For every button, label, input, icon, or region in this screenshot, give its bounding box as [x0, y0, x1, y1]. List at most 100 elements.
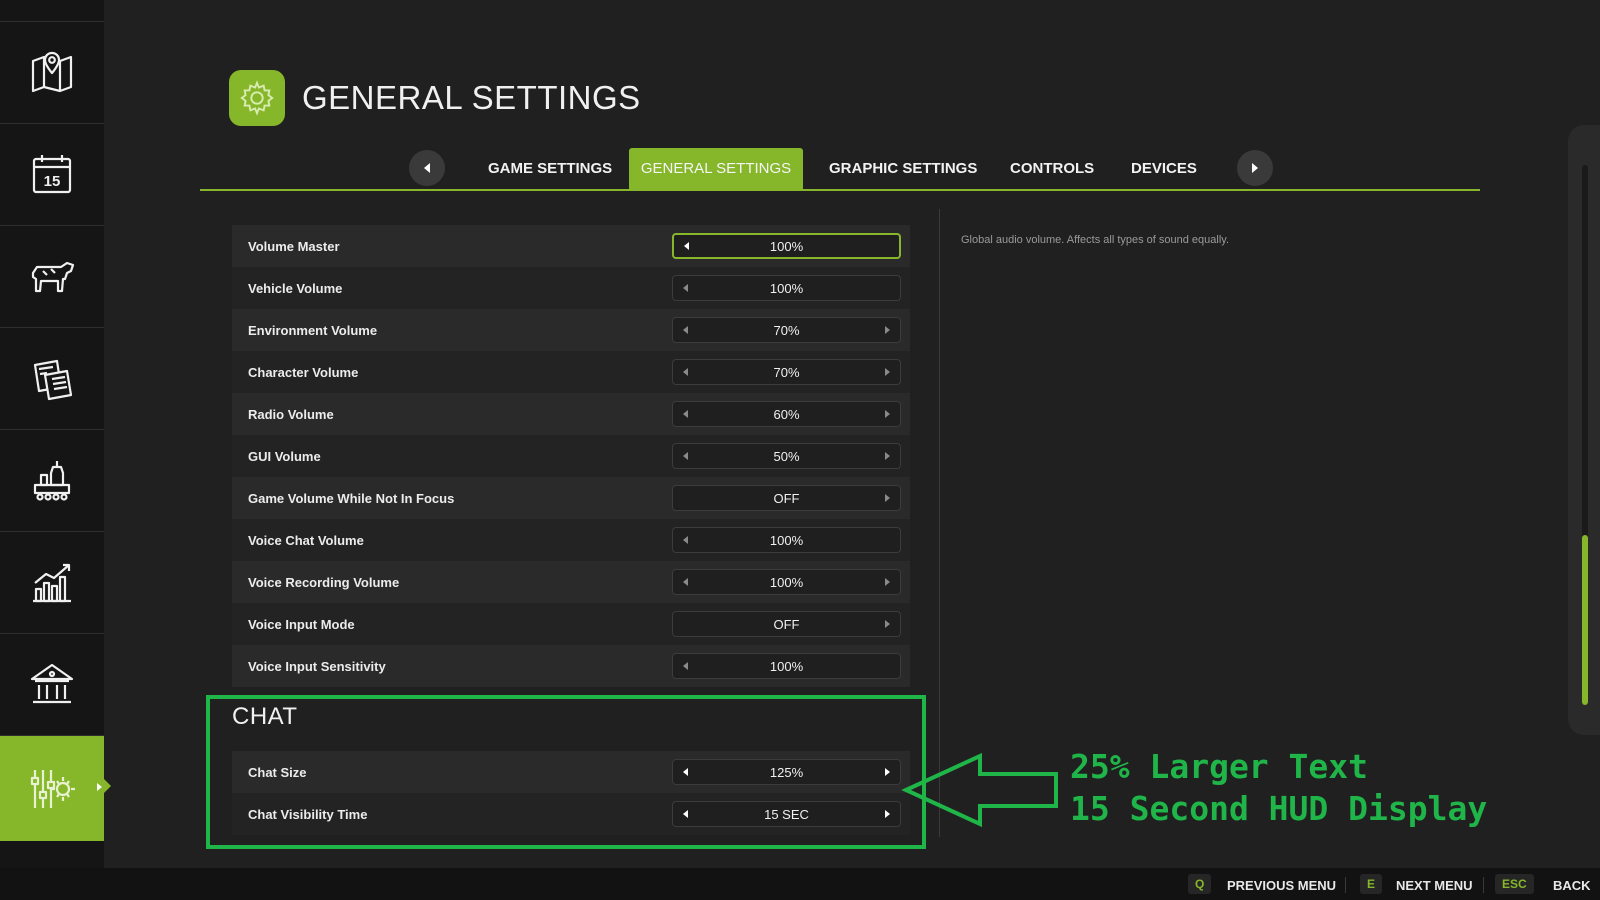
decrease-arrow-icon[interactable]: [683, 326, 688, 334]
setting-label: Game Volume While Not In Focus: [248, 490, 455, 506]
setting-row-vehicle-volume[interactable]: Vehicle Volume 100%: [232, 267, 910, 309]
production-icon: [33, 461, 71, 501]
setting-label: Character Volume: [248, 364, 359, 380]
finances-icon: [30, 663, 74, 704]
tab-prev-button[interactable]: [409, 150, 445, 186]
increase-arrow-icon[interactable]: [885, 578, 890, 586]
vehicle-volume-stepper[interactable]: 100%: [672, 275, 901, 301]
header-gear-badge: [229, 70, 285, 126]
previous-menu-button[interactable]: PREVIOUS MENU: [1227, 878, 1336, 893]
setting-label: Voice Input Sensitivity: [248, 658, 386, 674]
sidebar-item-animals[interactable]: [0, 225, 104, 326]
setting-value: 100%: [769, 280, 804, 296]
settings-list: Volume Master 100% Vehicle Volume 100% E…: [232, 225, 910, 687]
tab-game-settings[interactable]: GAME SETTINGS: [488, 148, 612, 191]
tab-graphic-settings[interactable]: GRAPHIC SETTINGS: [829, 148, 977, 191]
setting-row-character-volume[interactable]: Character Volume 70%: [232, 351, 910, 393]
setting-row-voice-input-mode[interactable]: Voice Input Mode OFF: [232, 603, 910, 645]
setting-label: Radio Volume: [248, 406, 334, 422]
decrease-arrow-icon[interactable]: [683, 410, 688, 418]
decrease-arrow-icon[interactable]: [683, 284, 688, 292]
footer-divider: [1483, 877, 1484, 893]
game-volume-not-in-focus-toggle[interactable]: OFF: [672, 485, 901, 511]
back-button[interactable]: BACK: [1553, 878, 1591, 893]
gear-icon: [240, 80, 274, 116]
tab-underline: [200, 189, 1480, 191]
decrease-arrow-icon[interactable]: [683, 536, 688, 544]
setting-value: OFF: [773, 490, 800, 506]
setting-label: Voice Recording Volume: [248, 574, 400, 590]
setting-row-environment-volume[interactable]: Environment Volume 70%: [232, 309, 910, 351]
decrease-arrow-icon[interactable]: [684, 242, 689, 250]
voice-recording-volume-stepper[interactable]: 100%: [672, 569, 901, 595]
increase-arrow-icon[interactable]: [885, 326, 890, 334]
setting-label: Environment Volume: [248, 322, 378, 338]
sidebar-item-settings[interactable]: [0, 735, 111, 841]
voice-input-mode-toggle[interactable]: OFF: [672, 611, 901, 637]
setting-row-voice-input-sensitivity[interactable]: Voice Input Sensitivity 100%: [232, 645, 910, 687]
tab-next-button[interactable]: [1237, 150, 1273, 186]
decrease-arrow-icon[interactable]: [683, 662, 688, 670]
tab-general-settings[interactable]: GENERAL SETTINGS: [629, 148, 803, 191]
increase-arrow-icon[interactable]: [885, 368, 890, 376]
increase-arrow-icon[interactable]: [885, 410, 890, 418]
decrease-arrow-icon[interactable]: [683, 368, 688, 376]
setting-row-gui-volume[interactable]: GUI Volume 50%: [232, 435, 910, 477]
setting-label: Voice Chat Volume: [248, 532, 364, 548]
sidebar-item-contracts[interactable]: [0, 327, 104, 428]
volume-master-stepper[interactable]: 100%: [672, 233, 901, 259]
key-hint-q: Q: [1188, 874, 1212, 894]
statistics-icon: [33, 563, 71, 603]
gui-volume-stepper[interactable]: 50%: [672, 443, 901, 469]
contracts-icon: [33, 359, 73, 401]
sidebar-item-map[interactable]: [0, 21, 104, 122]
tab-devices[interactable]: DEVICES: [1131, 148, 1197, 191]
increase-arrow-icon[interactable]: [885, 494, 890, 502]
setting-row-voice-chat-volume[interactable]: Voice Chat Volume 100%: [232, 519, 910, 561]
setting-label: Voice Input Mode: [248, 616, 355, 632]
calendar-icon: 15: [32, 155, 72, 194]
voice-chat-volume-stepper[interactable]: 100%: [672, 527, 901, 553]
decrease-arrow-icon[interactable]: [683, 452, 688, 460]
sidebar: 15: [0, 0, 111, 868]
setting-value: 60%: [773, 406, 800, 422]
radio-volume-stepper[interactable]: 60%: [672, 401, 901, 427]
voice-input-sensitivity-stepper[interactable]: 100%: [672, 653, 901, 679]
setting-row-voice-recording-volume[interactable]: Voice Recording Volume 100%: [232, 561, 910, 603]
setting-value: OFF: [773, 616, 800, 632]
footer-divider: [1345, 877, 1346, 893]
footer-bar: Q PREVIOUS MENU E NEXT MENU ESC BACK: [0, 868, 1600, 900]
sidebar-item-statistics[interactable]: [0, 531, 104, 632]
sidebar-item-calendar[interactable]: 15: [0, 123, 104, 224]
annotation-line-2: 15 Second HUD Display: [1070, 789, 1488, 828]
setting-value: 100%: [769, 238, 804, 254]
key-hint-e: E: [1360, 874, 1383, 894]
setting-value: 100%: [769, 574, 804, 590]
annotation-highlight-box: [206, 695, 926, 849]
sidebar-item-production[interactable]: [0, 429, 104, 530]
environment-volume-stepper[interactable]: 70%: [672, 317, 901, 343]
animals-icon: [31, 261, 75, 293]
setting-row-game-volume-not-in-focus[interactable]: Game Volume While Not In Focus OFF: [232, 477, 910, 519]
setting-row-volume-master[interactable]: Volume Master 100%: [232, 225, 910, 267]
tab-bar: GAME SETTINGS GENERAL SETTINGS GRAPHIC S…: [200, 144, 1480, 192]
tab-controls[interactable]: CONTROLS: [1010, 148, 1094, 191]
page-title: GENERAL SETTINGS: [302, 79, 641, 116]
setting-description: Global audio volume. Affects all types o…: [961, 234, 1230, 246]
setting-value: 100%: [769, 658, 804, 674]
next-menu-button[interactable]: NEXT MENU: [1396, 878, 1473, 893]
setting-value: 50%: [773, 448, 800, 464]
decrease-arrow-icon[interactable]: [683, 578, 688, 586]
sidebar-item-finances[interactable]: [0, 633, 104, 734]
calendar-day-label: 15: [44, 173, 61, 190]
increase-arrow-icon[interactable]: [885, 452, 890, 460]
setting-value: 70%: [773, 364, 800, 380]
setting-label: GUI Volume: [248, 448, 321, 464]
annotation-text: 25% Larger Text 15 Second HUD Display: [1070, 746, 1487, 830]
character-volume-stepper[interactable]: 70%: [672, 359, 901, 385]
scrollbar-thumb[interactable]: [1582, 535, 1588, 705]
key-hint-esc: ESC: [1495, 874, 1534, 894]
setting-row-radio-volume[interactable]: Radio Volume 60%: [232, 393, 910, 435]
increase-arrow-icon[interactable]: [885, 620, 890, 628]
panel-divider: [939, 209, 940, 837]
